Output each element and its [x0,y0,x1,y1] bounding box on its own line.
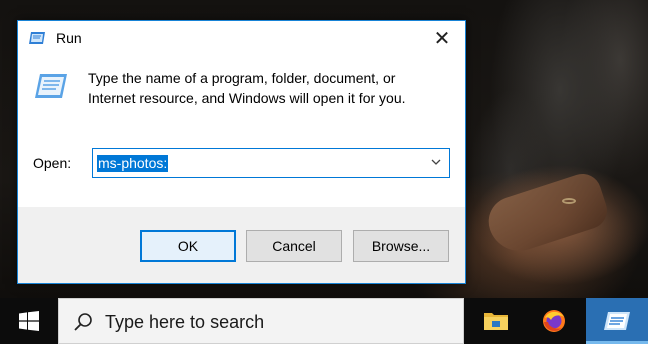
taskbar-firefox[interactable] [525,298,583,344]
browse-button-label: Browse... [371,238,431,254]
file-explorer-icon [484,313,508,330]
taskbar: Type here to search [0,298,648,344]
wallpaper-hand [482,169,612,259]
close-button[interactable]: ✕ [419,21,465,56]
open-input-value[interactable]: ms-photos: [97,155,169,172]
windows-start-icon [19,311,39,331]
ok-button-label: OK [177,238,199,254]
title-bar[interactable]: Run ✕ [18,21,465,57]
open-combobox[interactable]: ms-photos: [92,148,450,178]
run-icon [604,312,630,330]
run-large-icon [35,74,67,98]
cancel-button-label: Cancel [272,238,316,254]
taskbar-file-explorer[interactable] [467,298,525,344]
run-dialog: Run ✕ Type the name of a program, folder… [17,20,466,284]
search-placeholder: Type here to search [105,312,265,332]
search-icon [74,313,92,331]
run-icon [29,32,45,44]
chevron-down-icon[interactable] [429,155,443,169]
taskbar-run[interactable] [586,298,648,344]
wallpaper-ring [562,198,576,204]
cancel-button[interactable]: Cancel [246,230,342,262]
close-icon: ✕ [433,28,451,50]
firefox-icon [543,310,565,332]
browse-button[interactable]: Browse... [353,230,449,262]
dialog-description: Type the name of a program, folder, docu… [88,70,406,106]
ok-button[interactable]: OK [140,230,236,262]
open-label: Open: [33,155,72,171]
taskbar-search-box[interactable]: Type here to search [58,298,464,344]
window-title: Run [56,30,82,46]
start-button[interactable] [0,298,58,344]
